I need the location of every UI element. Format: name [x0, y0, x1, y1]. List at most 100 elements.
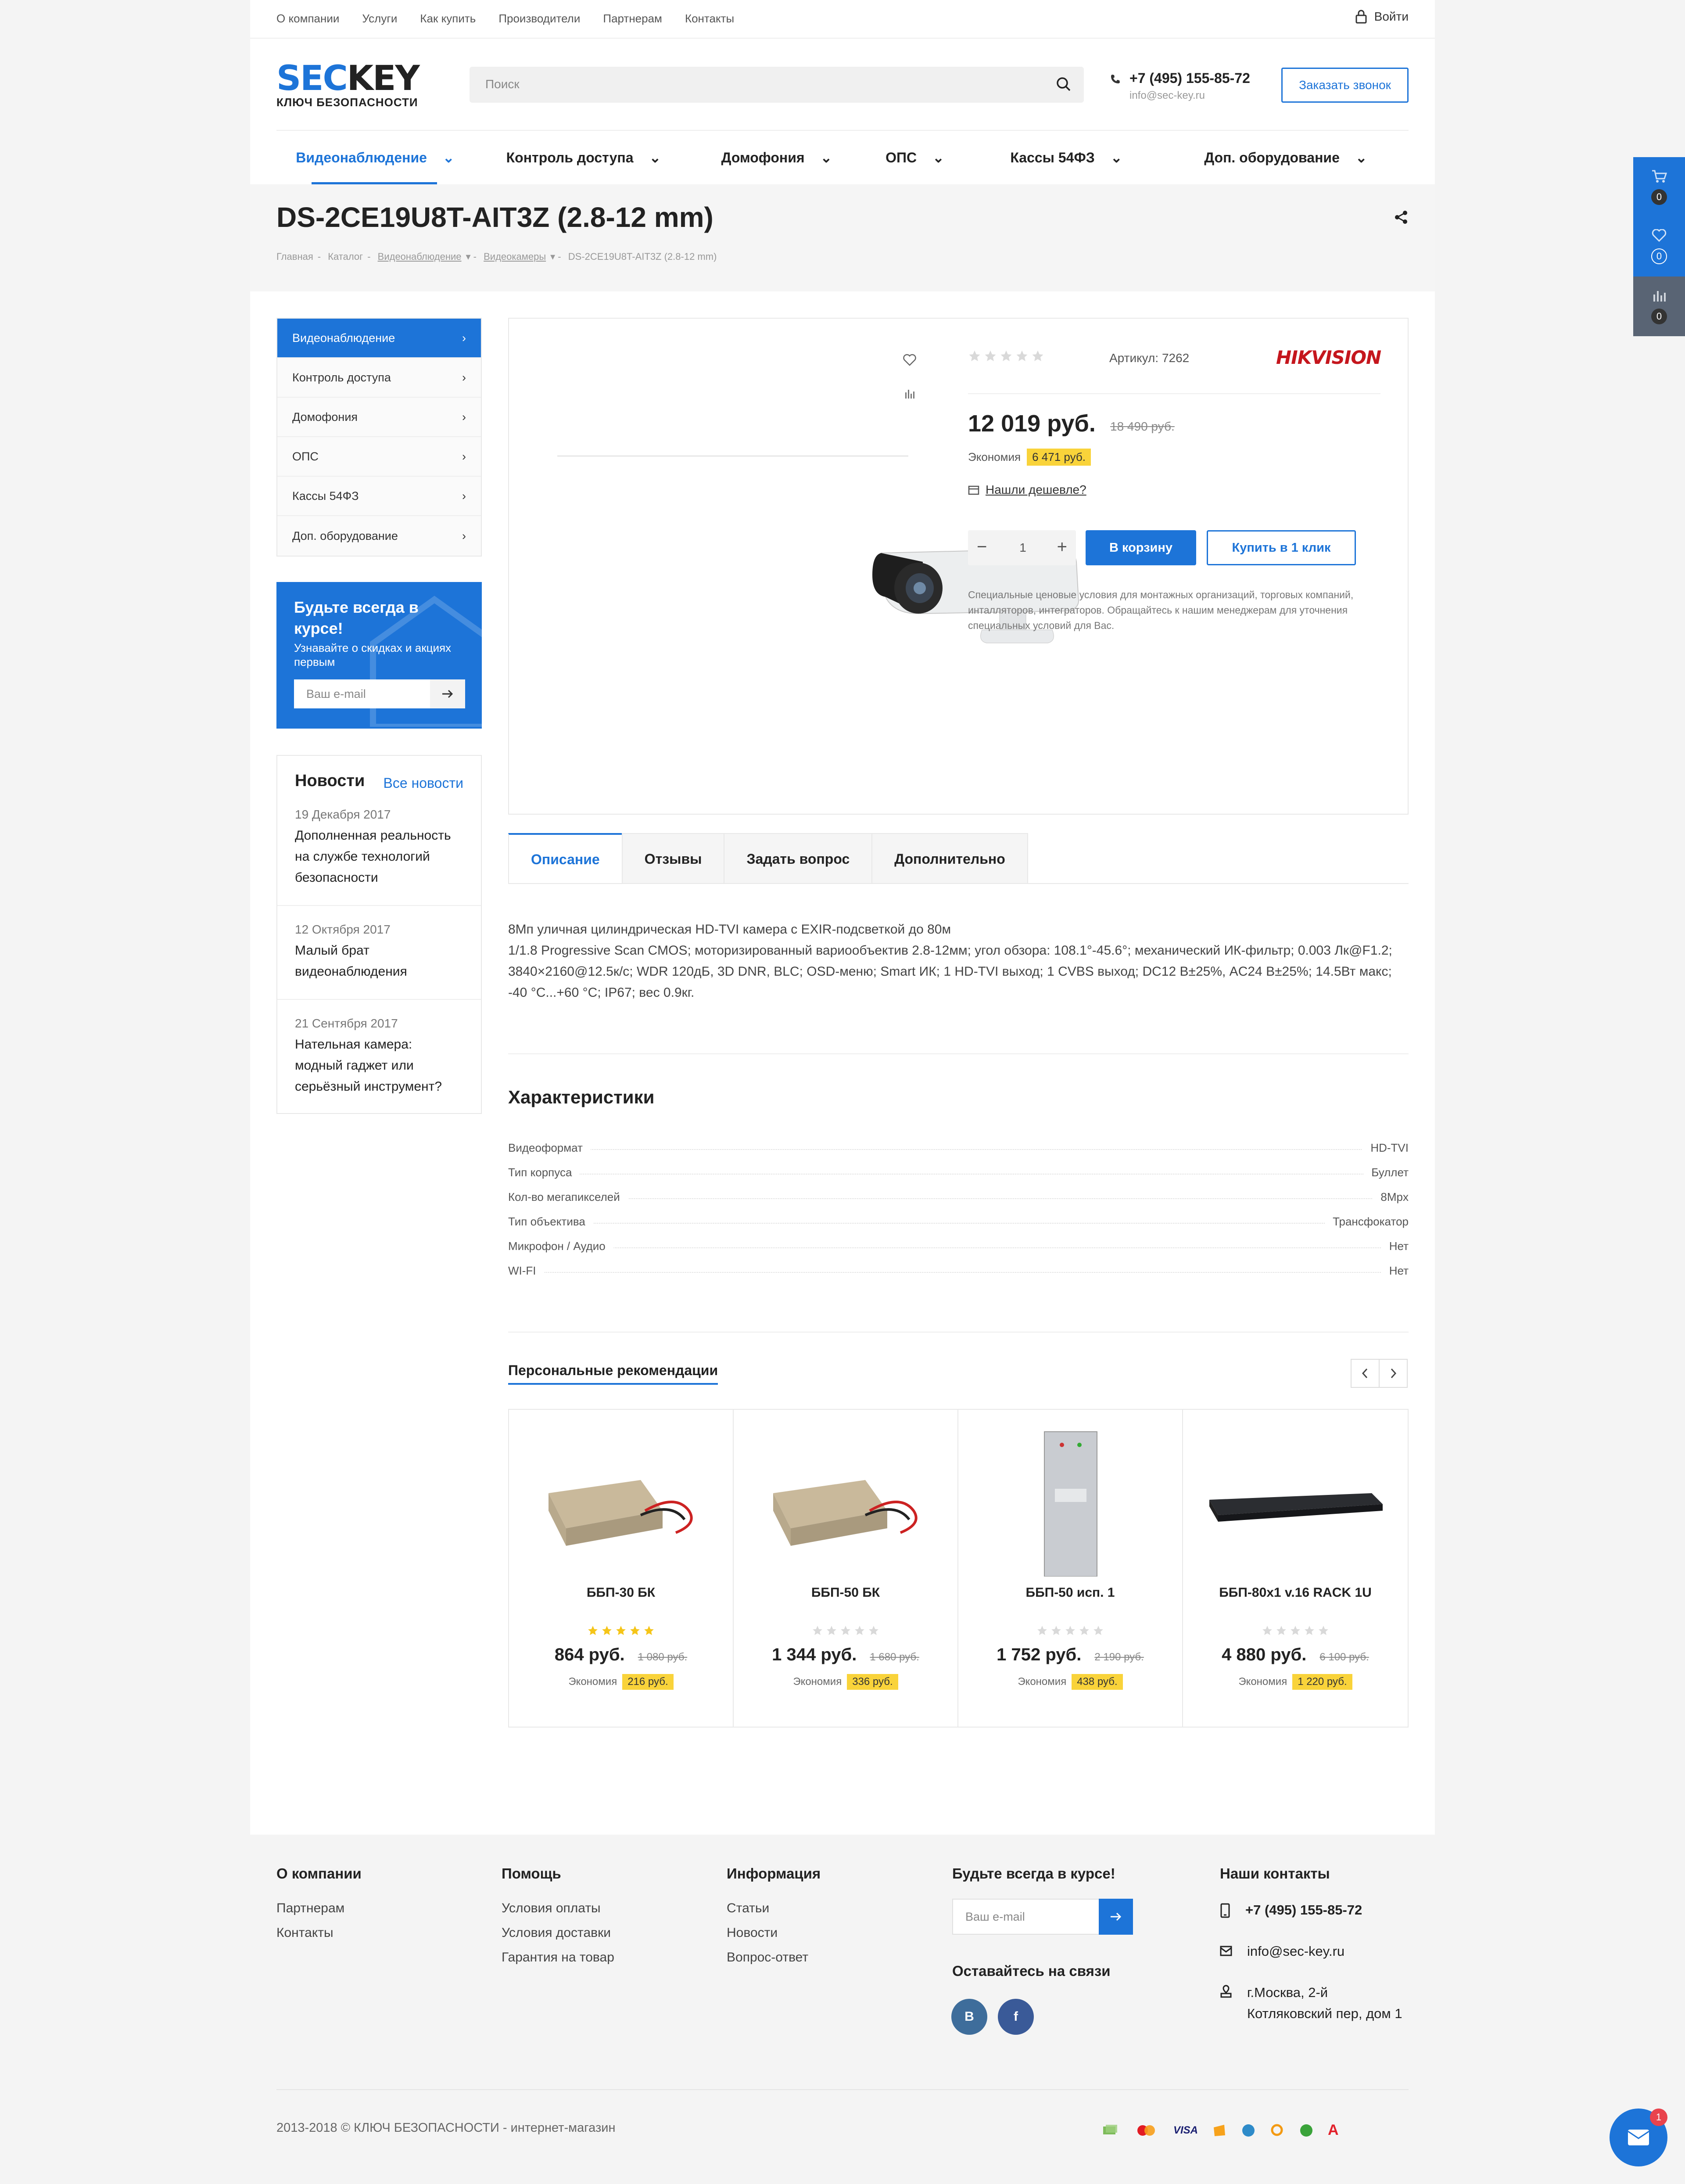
quantity-stepper[interactable]: − 1 + — [968, 530, 1076, 565]
toplink-manufacturers[interactable]: Производители — [498, 11, 580, 26]
menu-extra[interactable]: Доп. оборудование ⌄ — [1163, 131, 1409, 184]
footer-link[interactable]: Условия оплаты — [502, 1896, 614, 1921]
carousel-next-button[interactable] — [1379, 1359, 1408, 1388]
heart-icon — [1652, 229, 1667, 242]
sidebar-item-access[interactable]: Контроль доступа › — [277, 358, 481, 398]
found-cheaper-link[interactable]: Нашли дешевле? — [968, 483, 1086, 497]
sidebar-item-cash[interactable]: Кассы 54ФЗ › — [277, 477, 481, 516]
callback-button[interactable]: Заказать звонок — [1281, 68, 1409, 103]
sidebar-item-ops[interactable]: ОПС › — [277, 437, 481, 477]
copyright: 2013-2018 © КЛЮЧ БЕЗОПАСНОСТИ - интернет… — [276, 2121, 616, 2135]
crumb-home[interactable]: Главная — [276, 251, 313, 262]
sidebar-item-intercom[interactable]: Домофония › — [277, 398, 481, 437]
brand-logo[interactable]: HIKVISION — [1276, 347, 1381, 368]
news-headline[interactable]: Нательная камера: модный гаджет или серь… — [295, 1034, 463, 1097]
toplink-about[interactable]: О компании — [276, 11, 339, 26]
toplink-how-to-buy[interactable]: Как купить — [420, 11, 476, 26]
menu-intercom[interactable]: Домофония ⌄ — [693, 131, 860, 184]
sidebar-item-video[interactable]: Видеонаблюдение › — [277, 319, 481, 358]
floating-favorites-button[interactable]: 0 — [1633, 217, 1685, 277]
header-email[interactable]: info@sec-key.ru — [1129, 90, 1205, 102]
heart-icon[interactable] — [903, 354, 916, 366]
news-item[interactable]: 19 Декабря 2017 Дополненная реальность н… — [277, 804, 481, 888]
toplink-contacts[interactable]: Контакты — [685, 11, 734, 26]
sidebar-item-extra[interactable]: Доп. оборудование › — [277, 516, 481, 556]
product-tile[interactable]: ББП-50 исп. 1 1 752 руб. 2 190 руб. Эконо… — [958, 1410, 1183, 1727]
star-icon — [1037, 1626, 1047, 1635]
search-icon[interactable] — [1055, 75, 1072, 93]
chat-button[interactable]: 1 — [1610, 2109, 1667, 2166]
footer-subscribe-button[interactable] — [1099, 1899, 1133, 1935]
toplink-services[interactable]: Услуги — [362, 11, 397, 26]
login-link[interactable]: Войти — [1355, 10, 1409, 24]
floating-cart-button[interactable]: 0 — [1633, 157, 1685, 217]
floating-compare-button[interactable]: 0 — [1633, 277, 1685, 336]
rack-unit-image[interactable] — [1205, 1427, 1386, 1577]
carousel-prev-button[interactable] — [1351, 1359, 1380, 1388]
news-date: 12 Октября 2017 — [295, 923, 391, 936]
tab-ask-question[interactable]: Задать вопрос — [724, 833, 873, 884]
crumb-video[interactable]: Видеонаблюдение — [378, 251, 462, 262]
footer-email[interactable]: info@sec-key.ru — [1220, 1941, 1344, 1962]
buy-one-click-button[interactable]: Купить в 1 клик — [1207, 530, 1356, 565]
tile-price-row: 864 руб. 1 080 руб. — [509, 1645, 733, 1665]
footer-link[interactable]: Новости — [727, 1921, 821, 1945]
tab-description[interactable]: Описание — [508, 833, 623, 884]
product-sku: Артикул: 7262 — [1109, 351, 1190, 365]
tab-reviews[interactable]: Отзывы — [621, 833, 725, 884]
tile-name[interactable]: ББП-50 БК — [734, 1585, 957, 1600]
news-headline[interactable]: Дополненная реальность на службе техноло… — [295, 825, 463, 888]
quantity-value[interactable]: 1 — [1016, 541, 1029, 555]
subscribe-submit-button[interactable] — [430, 679, 465, 708]
share-icon[interactable] — [1394, 210, 1409, 225]
star-icon — [855, 1626, 864, 1635]
qiwi-icon — [1271, 2124, 1283, 2136]
menu-cash[interactable]: Кассы 54ФЗ ⌄ — [970, 131, 1163, 184]
calendar-icon — [968, 485, 979, 495]
decrease-qty-button[interactable]: − — [977, 537, 987, 557]
power-box-image[interactable] — [980, 1427, 1162, 1577]
chevron-down-icon: ⌄ — [1110, 150, 1122, 165]
footer-phone[interactable]: +7 (495) 155-85-72 — [1220, 1900, 1362, 1921]
power-supply-image[interactable] — [756, 1427, 937, 1577]
search-input[interactable]: Поиск — [470, 67, 1084, 103]
compare-icon[interactable] — [904, 388, 915, 399]
tile-name[interactable]: ББП-30 БК — [509, 1585, 733, 1600]
menu-access[interactable]: Контроль доступа ⌄ — [474, 131, 693, 184]
footer-link[interactable]: Статьи — [727, 1896, 821, 1921]
tab-additional[interactable]: Дополнительно — [871, 833, 1028, 884]
news-item[interactable]: 12 Октября 2017 Малый брат видеонаблюден… — [277, 919, 481, 982]
facebook-icon[interactable]: f — [998, 1999, 1034, 2035]
product-tile[interactable]: ББП-50 БК 1 344 руб. 1 680 руб. Экономия 3… — [734, 1410, 958, 1727]
product-tile[interactable]: ББП-80х1 v.16 RACK 1U 4 880 руб. 6 100 ру… — [1183, 1410, 1408, 1727]
footer-link[interactable]: Гарантия на товар — [502, 1945, 614, 1970]
increase-qty-button[interactable]: + — [1057, 537, 1067, 557]
all-news-link[interactable]: Все новости — [384, 775, 463, 791]
news-item[interactable]: 21 Сентября 2017 Нательная камера: модны… — [277, 1013, 481, 1097]
tile-name[interactable]: ББП-80х1 v.16 RACK 1U — [1183, 1585, 1408, 1600]
power-supply-image[interactable] — [531, 1427, 712, 1577]
site-logo[interactable]: SECKEY КЛЮЧ БЕЗОПАСНОСТИ — [276, 61, 421, 110]
add-to-cart-button[interactable]: В корзину — [1086, 530, 1196, 565]
toplink-partners[interactable]: Партнерам — [603, 11, 662, 26]
footer-link[interactable]: Условия доставки — [502, 1921, 614, 1945]
crumb-catalog[interactable]: Каталог — [328, 251, 363, 262]
section-divider — [508, 1332, 1409, 1333]
footer-link[interactable]: Партнерам — [276, 1896, 362, 1921]
footer-email-input[interactable]: Ваш e-mail — [952, 1899, 1133, 1935]
crumb-cameras[interactable]: Видеокамеры — [484, 251, 546, 262]
news-headline[interactable]: Малый брат видеонаблюдения — [295, 940, 463, 982]
subscribe-email-input[interactable]: Ваш e-mail — [294, 679, 430, 708]
news-block: Новости Все новости 19 Декабря 2017 Допо… — [276, 755, 482, 1114]
spec-row: Тип объектива Трансфокатор — [508, 1211, 1409, 1235]
menu-ops[interactable]: ОПС ⌄ — [860, 131, 970, 184]
cart-count: 0 — [1651, 189, 1667, 205]
product-tile[interactable]: ББП-30 БК 864 руб. 1 080 руб. Экономия 216… — [509, 1410, 734, 1727]
header-phone[interactable]: +7 (495) 155-85-72 — [1129, 70, 1250, 86]
footer-link[interactable]: Контакты — [276, 1921, 362, 1945]
footer-link[interactable]: Вопрос-ответ — [727, 1945, 821, 1970]
vk-icon[interactable]: В — [951, 1999, 987, 2035]
tile-name[interactable]: ББП-50 исп. 1 — [958, 1585, 1182, 1600]
menu-video[interactable]: Видеонаблюдение ⌄ — [276, 131, 474, 184]
recommendations-title[interactable]: Персональные рекомендации — [508, 1362, 718, 1385]
